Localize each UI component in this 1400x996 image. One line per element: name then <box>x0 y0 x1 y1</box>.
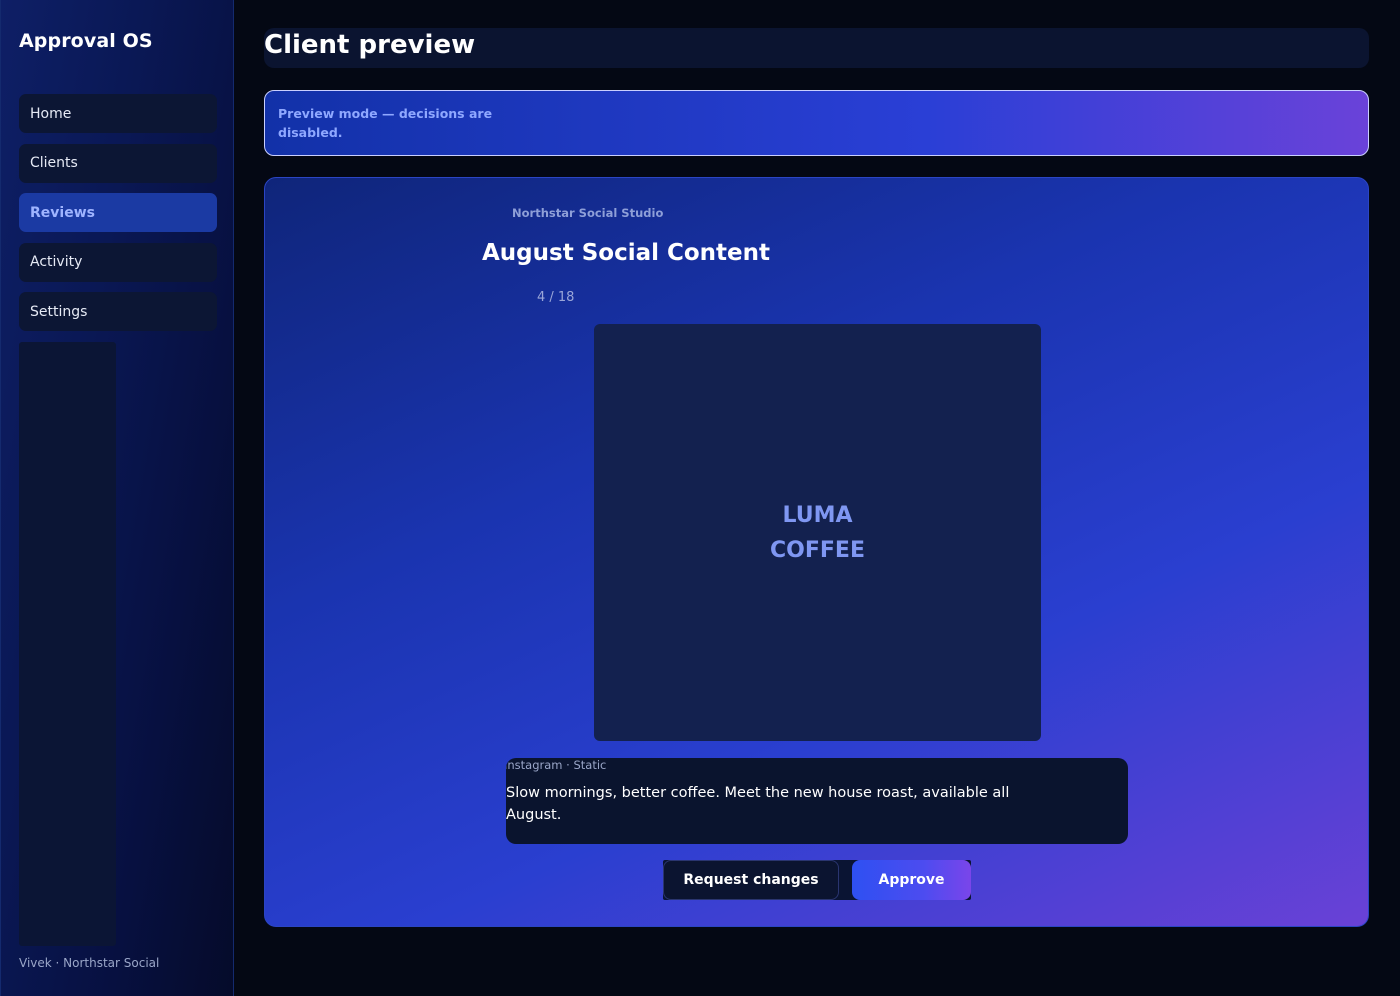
request-changes-button[interactable]: Request changes <box>663 860 839 900</box>
preview-mode-banner: Preview mode — decisions are disabled. <box>264 90 1369 156</box>
sidebar-item-label: Home <box>30 105 72 122</box>
sidebar-item-label: Settings <box>30 303 88 320</box>
post-meta: Instagram · Static <box>506 758 607 772</box>
review-card: Northstar Social Studio August Social Co… <box>264 177 1369 927</box>
post-caption: Slow mornings, better coffee. Meet the n… <box>506 785 1010 823</box>
user-account-label: Vivek · Northstar Social <box>19 956 160 970</box>
page-title: Client preview <box>264 30 476 60</box>
review-title: August Social Content <box>482 240 771 266</box>
sidebar-item-home[interactable]: Home <box>19 94 217 133</box>
banner-text: Preview mode — decisions are disabled. <box>278 106 493 140</box>
caption-box: Instagram · Static Slow mornings, better… <box>506 758 1128 844</box>
sidebar-item-label: Clients <box>30 155 78 171</box>
sidebar-item-reviews[interactable]: Reviews <box>19 193 217 232</box>
client-name: Northstar Social Studio <box>512 206 664 220</box>
sidebar-item-label: Reviews <box>30 204 95 221</box>
sidebar: Approval OS Home Clients Reviews Activit… <box>0 0 234 996</box>
app-logo-text: Approval OS <box>19 30 153 52</box>
sidebar-panel <box>19 342 116 946</box>
approve-button[interactable]: Approve <box>852 860 971 900</box>
asset-counter: 4 / 18 <box>537 290 575 305</box>
sidebar-nav: Home Clients Reviews Activity Settings <box>19 94 217 342</box>
sidebar-item-settings[interactable]: Settings <box>19 292 217 331</box>
sidebar-item-label: Activity <box>30 254 83 270</box>
decision-actions: Request changes Approve <box>663 860 971 900</box>
page-header: Client preview <box>264 28 1369 68</box>
sidebar-item-activity[interactable]: Activity <box>19 242 217 282</box>
asset-preview-line: COFFEE <box>770 537 865 563</box>
asset-preview-line: LUMA <box>782 502 853 528</box>
sidebar-item-clients[interactable]: Clients <box>19 143 217 183</box>
asset-preview: LUMA COFFEE <box>594 324 1041 741</box>
